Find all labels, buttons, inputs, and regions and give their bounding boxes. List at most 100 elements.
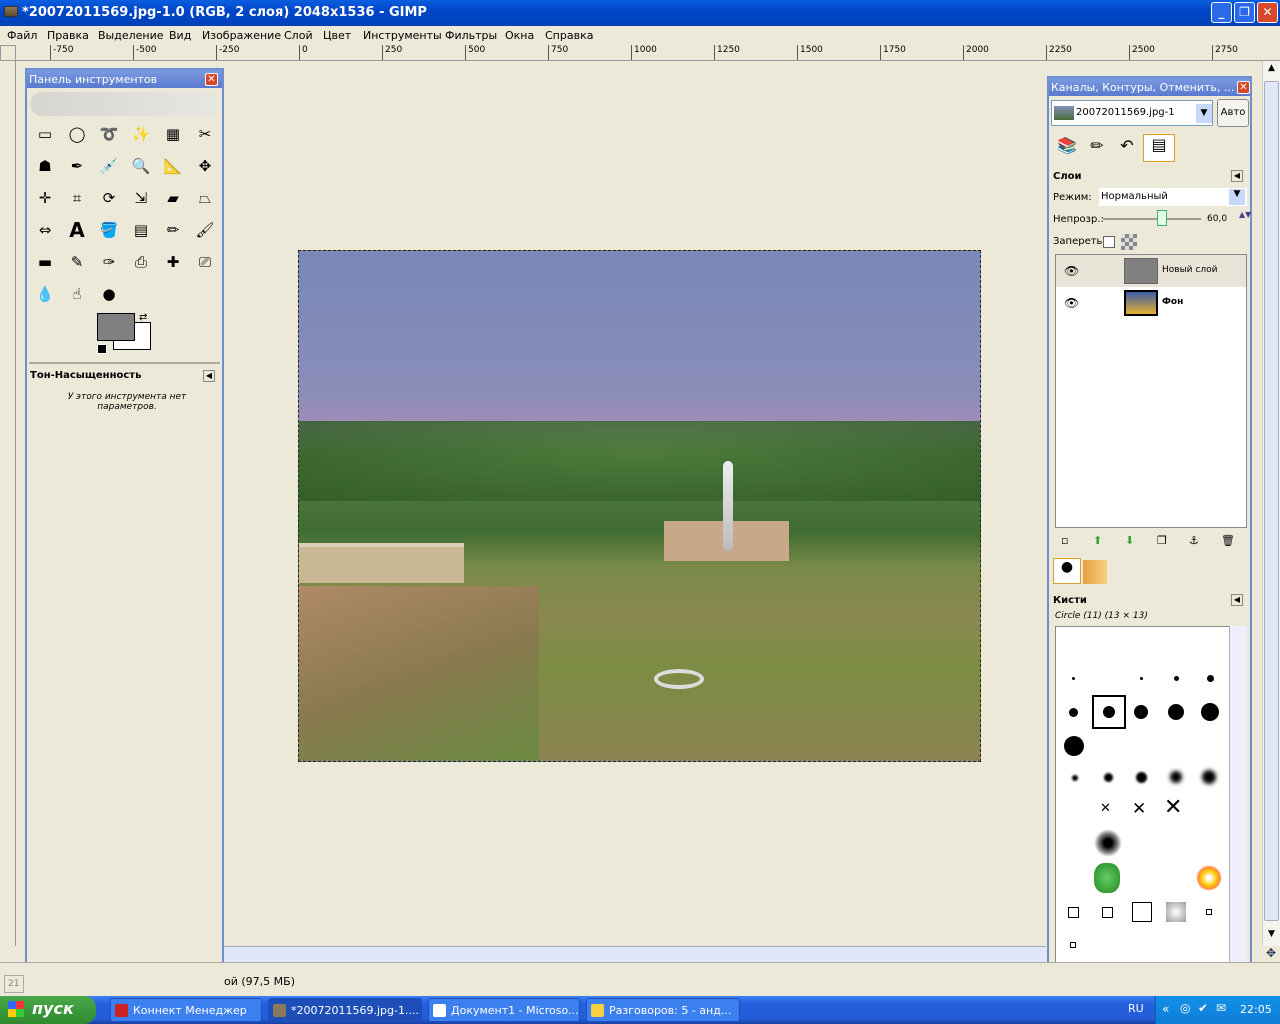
layers-menu-icon[interactable]: ◀ <box>1231 170 1243 182</box>
flip-icon[interactable]: ⇔ <box>31 216 59 244</box>
brush-item[interactable] <box>1136 772 1147 783</box>
maximize-button[interactable]: ❐ <box>1234 2 1255 23</box>
ruler-corner[interactable] <box>0 45 16 61</box>
scroll-thumb[interactable] <box>1264 81 1279 921</box>
language-indicator[interactable]: RU <box>1128 1002 1144 1015</box>
brush-item[interactable] <box>1068 907 1079 918</box>
perspective-icon[interactable]: ⏢ <box>191 184 219 212</box>
tab-paths-icon[interactable]: ✏ <box>1083 136 1111 162</box>
paths-icon[interactable]: ✒ <box>63 152 91 180</box>
default-colors-icon[interactable] <box>97 344 107 354</box>
menu-image[interactable]: Изображение <box>202 29 281 42</box>
scissors-icon[interactable]: ✂ <box>191 120 219 148</box>
move-icon[interactable]: ✥ <box>191 152 219 180</box>
layer-row[interactable]: 👁 Новый слой <box>1056 255 1246 287</box>
ink-icon[interactable]: ✑ <box>95 248 123 276</box>
heal-icon[interactable]: ✚ <box>159 248 187 276</box>
brush-item[interactable] <box>1069 708 1078 717</box>
swap-colors-icon[interactable]: ⇄ <box>139 312 147 323</box>
menu-edit[interactable]: Правка <box>47 29 89 42</box>
opacity-slider-track[interactable] <box>1103 218 1201 220</box>
scroll-down-icon[interactable]: ▼ <box>1264 929 1279 943</box>
brush-item[interactable] <box>1103 706 1115 718</box>
task-gimp[interactable]: *20072011569.jpg-1.... <box>268 998 422 1022</box>
brush-item[interactable] <box>1132 902 1152 922</box>
network-icon[interactable]: ✔ <box>1198 1001 1208 1015</box>
task-word[interactable]: Документ1 - Microso... <box>428 998 580 1022</box>
gradient-icon[interactable]: ▤ <box>127 216 155 244</box>
task-chat[interactable]: Разговоров: 5 - анд... <box>586 998 740 1022</box>
brush-item[interactable] <box>1168 704 1184 720</box>
brush-item[interactable] <box>1174 676 1179 681</box>
brush-item[interactable] <box>1166 902 1186 922</box>
duplicate-layer-icon[interactable]: ❐ <box>1157 534 1167 547</box>
opera-icon[interactable]: ◎ <box>1180 1001 1190 1015</box>
lasso-icon[interactable]: ➰ <box>95 120 123 148</box>
text-icon[interactable]: A <box>63 216 91 244</box>
horizontal-scrollbar[interactable] <box>224 946 1046 962</box>
brushes-menu-icon[interactable]: ◀ <box>1231 594 1243 606</box>
brush-item[interactable] <box>1134 705 1148 719</box>
raise-layer-icon[interactable]: ⬆ <box>1093 534 1102 547</box>
brush-item[interactable] <box>1094 829 1122 857</box>
minimize-button[interactable]: _ <box>1211 2 1232 23</box>
tray-chevron-icon[interactable]: « <box>1162 1002 1169 1016</box>
anchor-icon[interactable]: ⚓ <box>1189 534 1199 547</box>
brushes-grid[interactable]: ✕ ✕ ✕ <box>1055 626 1247 996</box>
delete-layer-icon[interactable]: 🗑 <box>1221 534 1235 547</box>
pointer-units[interactable]: 21 <box>4 975 24 993</box>
menu-select[interactable]: Выделение <box>98 29 164 42</box>
tab-undo-icon[interactable]: ↶ <box>1113 136 1141 162</box>
tab-channels-icon[interactable]: ▤ <box>1143 134 1175 162</box>
menu-windows[interactable]: Окна <box>505 29 534 42</box>
shear-icon[interactable]: ▰ <box>159 184 187 212</box>
image-select[interactable]: 20072011569.jpg-1 ▼ <box>1051 100 1213 126</box>
menu-color[interactable]: Цвет <box>323 29 351 42</box>
dodge-burn-icon[interactable]: ● <box>95 280 123 308</box>
brush-item[interactable]: ✕ <box>1132 799 1146 819</box>
brush-item[interactable] <box>1072 677 1075 680</box>
sparks-brush[interactable] <box>1196 865 1222 891</box>
eraser-icon[interactable]: ▬ <box>31 248 59 276</box>
brush-item[interactable] <box>1206 909 1212 915</box>
image-canvas[interactable] <box>298 250 981 762</box>
auto-button[interactable]: Авто <box>1217 99 1249 127</box>
brush-item[interactable] <box>1102 907 1113 918</box>
menu-file[interactable]: Файл <box>7 29 37 42</box>
tool-options-menu-icon[interactable]: ◀ <box>203 370 215 382</box>
task-connect-manager[interactable]: Коннект Менеджер <box>110 998 262 1022</box>
airbrush-icon[interactable]: ✎ <box>63 248 91 276</box>
brush-item[interactable] <box>1064 736 1084 756</box>
brushes-scrollbar[interactable] <box>1229 626 1247 996</box>
navigate-icon[interactable]: ✥ <box>1262 946 1280 962</box>
menu-help[interactable]: Справка <box>545 29 593 42</box>
pepper-brush[interactable] <box>1094 863 1120 893</box>
smudge-icon[interactable]: ☝ <box>63 280 91 308</box>
lock-alpha-icon[interactable] <box>1121 234 1137 250</box>
toolbox-close-icon[interactable]: ✕ <box>205 73 218 86</box>
perspective-clone-icon[interactable]: ⎚ <box>191 248 219 276</box>
select-by-color-icon[interactable]: ▦ <box>159 120 187 148</box>
menu-view[interactable]: Вид <box>169 29 191 42</box>
dock-close-icon[interactable]: ✕ <box>1237 81 1250 94</box>
magic-wand-icon[interactable]: ✨ <box>127 120 155 148</box>
vertical-ruler[interactable] <box>0 61 16 946</box>
scroll-up-icon[interactable]: ▲ <box>1264 63 1279 77</box>
rect-select-icon[interactable]: ▭ <box>31 120 59 148</box>
brush-item[interactable] <box>1072 775 1078 781</box>
brush-item[interactable]: ✕ <box>1100 801 1111 816</box>
opacity-slider-handle[interactable] <box>1157 210 1167 226</box>
bucket-fill-icon[interactable]: 🪣 <box>95 216 123 244</box>
brush-item[interactable] <box>1140 677 1143 680</box>
opacity-value[interactable]: 60,0 <box>1207 214 1227 224</box>
blur-icon[interactable]: 💧 <box>31 280 59 308</box>
measure-icon[interactable]: 📐 <box>159 152 187 180</box>
clone-icon[interactable]: ⎙ <box>127 248 155 276</box>
vertical-scrollbar[interactable]: ▲ ▼ <box>1262 61 1280 946</box>
foreground-color-swatch[interactable] <box>97 313 135 341</box>
eye-icon[interactable]: 👁 <box>1064 264 1079 278</box>
rotate-icon[interactable]: ⟳ <box>95 184 123 212</box>
brush-item[interactable] <box>1202 770 1216 784</box>
layer-row[interactable]: 👁 Фон <box>1056 287 1246 319</box>
brush-item[interactable] <box>1201 703 1219 721</box>
